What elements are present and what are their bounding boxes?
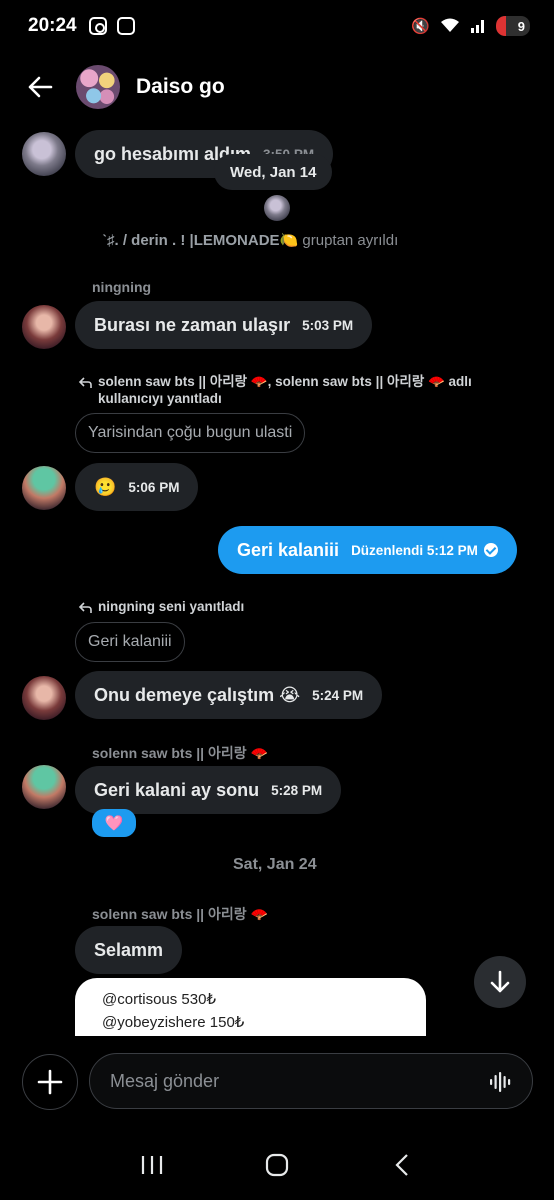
message-time: 5:24 PM <box>312 687 364 703</box>
add-attachment-button[interactable] <box>22 1054 78 1110</box>
avatar[interactable] <box>22 132 66 176</box>
avatar[interactable] <box>22 765 66 809</box>
reply-icon <box>78 377 92 388</box>
voice-message-icon[interactable] <box>488 1070 512 1094</box>
reaction-badge[interactable]: 🩷 <box>92 809 136 837</box>
message-bubble[interactable]: Selamm <box>75 926 183 974</box>
message-list[interactable]: go hesabımı aldım 3:50 PM Wed, Jan 14 ˋ♯… <box>0 0 554 1040</box>
reply-icon <box>78 602 92 613</box>
avatar[interactable] <box>22 466 66 510</box>
reply-context: solenn saw bts || 아리랑 🪭, solenn saw bts … <box>78 373 472 407</box>
sender-name: solenn saw bts || 아리랑 🪭 <box>92 745 268 761</box>
composer: Mesaj gönder <box>0 1040 554 1130</box>
message-text: Onu demeye çalıştım 😭 <box>94 684 301 705</box>
message-time: Düzenlendi 5:12 PM <box>351 542 478 558</box>
avatar[interactable] <box>22 676 66 720</box>
date-separator: Sat, Jan 24 <box>233 856 317 873</box>
system-user-name: ˋ♯. / derin . ! |LEMONADE🍋 <box>102 232 299 249</box>
message-text: Selamm <box>94 939 164 960</box>
message-text: Burası ne zaman ulaşır <box>94 314 291 335</box>
message-text: Geri kalaniii <box>237 539 340 560</box>
system-message: ˋ♯. / derin . ! |LEMONADE🍋 gruptan ayrıl… <box>102 231 398 249</box>
reply-context: ningning seni yanıtladı <box>78 598 244 615</box>
arrow-down-icon <box>490 970 510 993</box>
system-text: gruptan ayrıldı <box>302 232 399 249</box>
message-bubble[interactable]: Geri kalani ay sonu 5:28 PM <box>75 766 342 814</box>
message-time: 5:03 PM <box>302 317 354 333</box>
message-time: 5:28 PM <box>271 782 323 798</box>
avatar[interactable] <box>22 305 66 349</box>
avatar-small <box>264 195 290 221</box>
chevron-left-icon <box>395 1154 408 1176</box>
message-bubble[interactable]: Burası ne zaman ulaşır 5:03 PM <box>75 301 373 349</box>
card-line: @yobeyzishere 150₺ <box>102 1014 245 1031</box>
message-text: 🥲 <box>94 476 117 498</box>
quoted-message[interactable]: Yarisindan çoğu bugun ulasti <box>75 413 306 453</box>
message-bubble[interactable]: 🥲 5:06 PM <box>75 463 199 511</box>
scroll-to-bottom-button[interactable] <box>474 956 526 1008</box>
system-navigation-bar <box>0 1130 554 1200</box>
recent-apps-icon <box>142 1156 163 1174</box>
back-nav-button[interactable] <box>382 1145 422 1185</box>
home-button[interactable] <box>257 1145 297 1185</box>
own-message-bubble[interactable]: Geri kalaniii Düzenlendi 5:12 PM <box>218 526 517 574</box>
home-icon <box>265 1153 289 1177</box>
date-separator: Wed, Jan 14 <box>214 154 333 190</box>
message-bubble[interactable]: Onu demeye çalıştım 😭 5:24 PM <box>75 671 383 719</box>
read-check-icon <box>483 543 498 557</box>
card-line: @cortisous 530₺ <box>102 991 216 1008</box>
recent-apps-button[interactable] <box>132 1145 172 1185</box>
reply-text: ningning seni yanıtladı <box>98 599 245 614</box>
quoted-message[interactable]: Geri kalaniii <box>75 622 185 662</box>
message-time: 5:06 PM <box>128 479 180 495</box>
sender-name: solenn saw bts || 아리랑 🪭 <box>92 906 268 922</box>
reply-line-1: solenn saw bts || 아리랑 🪭, solenn saw bts … <box>98 374 472 389</box>
message-input[interactable]: Mesaj gönder <box>89 1053 533 1109</box>
reply-line-2: kullanıcıyı yanıtladı <box>98 391 222 406</box>
plus-icon <box>37 1069 63 1095</box>
message-card[interactable]: @cortisous 530₺ @yobeyzishere 150₺ <box>75 978 426 1036</box>
message-input-placeholder: Mesaj gönder <box>110 1070 220 1091</box>
reply-text: solenn saw bts || 아리랑 🪭, solenn saw bts … <box>98 373 472 407</box>
message-text: Geri kalani ay sonu <box>94 779 260 800</box>
sender-name: ningning <box>92 279 152 295</box>
